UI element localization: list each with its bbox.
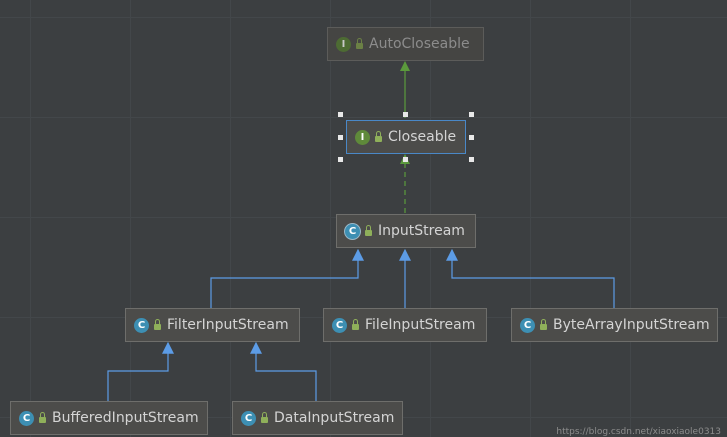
node-label: DataInputStream (274, 410, 395, 426)
watermark: https://blog.csdn.net/xiaoxiaole0313 (556, 427, 721, 437)
resize-handle-bottom-right[interactable] (469, 157, 474, 162)
public-lock-icon (154, 319, 161, 330)
edge-datainputstream-to-filterinputstream (250, 341, 317, 402)
resize-handle-bottom[interactable] (403, 157, 408, 162)
resize-handle-right[interactable] (469, 135, 474, 140)
class-icon: C (332, 317, 347, 333)
class-icon: C (19, 410, 34, 426)
node-bytearrayinputstream[interactable]: C ByteArrayInputStream (511, 308, 718, 342)
resize-handle-top[interactable] (403, 112, 408, 117)
node-label: FilterInputStream (167, 317, 289, 333)
public-lock-icon (375, 131, 382, 142)
node-label: BufferedInputStream (52, 410, 199, 426)
public-lock-icon (365, 225, 372, 236)
public-lock-icon (540, 319, 547, 330)
node-label: AutoCloseable (369, 36, 470, 52)
resize-handle-left[interactable] (338, 135, 343, 140)
resize-handle-bottom-left[interactable] (338, 157, 343, 162)
class-icon: C (520, 317, 535, 333)
node-closeable[interactable]: I Closeable (346, 120, 466, 154)
interface-icon: I (336, 36, 351, 52)
node-label: FileInputStream (365, 317, 476, 333)
node-autocloseable[interactable]: I AutoCloseable (327, 27, 484, 61)
node-label: Closeable (388, 129, 457, 145)
node-fileinputstream[interactable]: C FileInputStream (323, 308, 487, 342)
class-icon: C (241, 410, 256, 426)
resize-handle-top-left[interactable] (338, 112, 343, 117)
public-lock-icon (39, 412, 46, 423)
public-lock-icon (352, 319, 359, 330)
resize-handle-top-right[interactable] (469, 112, 474, 117)
edge-bufferedinputstream-to-filterinputstream (107, 341, 174, 402)
node-label: InputStream (378, 223, 465, 239)
node-inputstream[interactable]: C InputStream (336, 214, 476, 248)
edge-bytearrayinputstream-to-inputstream (446, 248, 615, 308)
node-label: ByteArrayInputStream (553, 317, 710, 333)
public-lock-icon (356, 38, 363, 49)
node-filterinputstream[interactable]: C FilterInputStream (125, 308, 300, 342)
edge-filterinputstream-to-inputstream (210, 248, 364, 308)
class-icon: C (134, 317, 149, 333)
node-bufferedinputstream[interactable]: C BufferedInputStream (10, 401, 208, 435)
uml-class-diagram: I AutoCloseable I Closeable C InputStrea… (0, 0, 727, 437)
node-datainputstream[interactable]: C DataInputStream (232, 401, 403, 435)
interface-icon: I (355, 129, 370, 145)
abstract-class-icon: C (345, 223, 360, 239)
public-lock-icon (261, 412, 268, 423)
